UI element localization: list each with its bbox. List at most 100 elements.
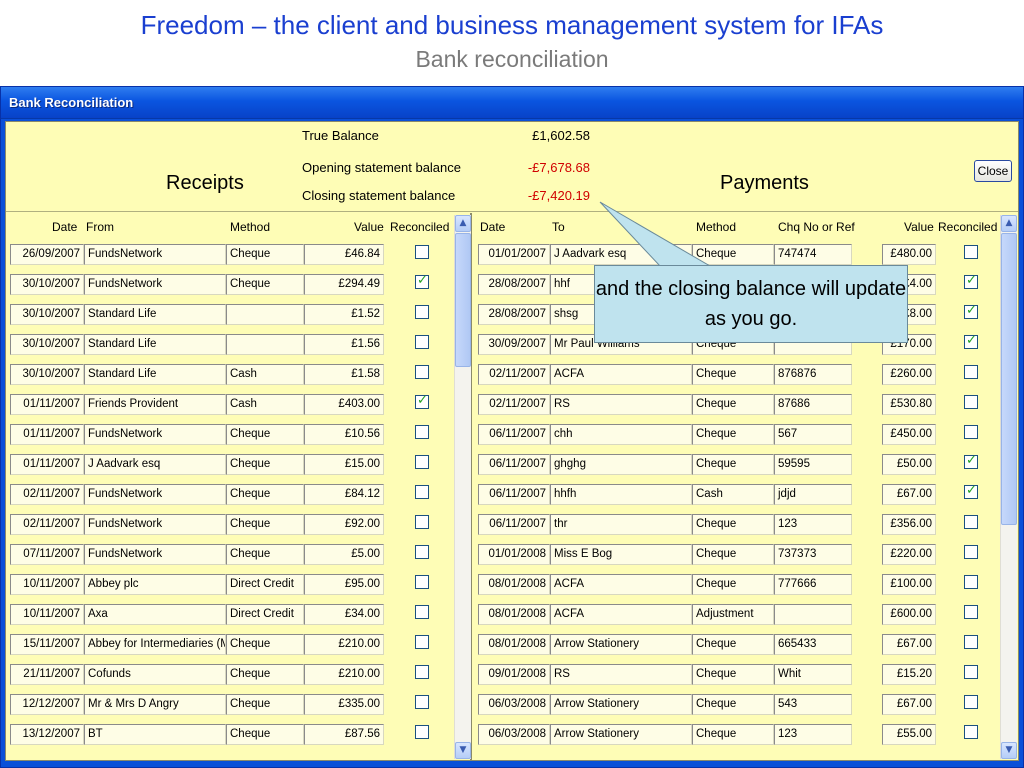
payment-to-field[interactable]: chh (550, 424, 692, 445)
receipt-from-field[interactable]: Abbey plc (84, 574, 226, 595)
payment-ref-field[interactable]: 87686 (774, 394, 852, 415)
receipt-value-field[interactable]: £335.00 (304, 694, 384, 715)
receipt-from-field[interactable]: Cofunds (84, 664, 226, 685)
receipt-value-field[interactable]: £95.00 (304, 574, 384, 595)
scroll-up-arrow-icon[interactable]: ▲ (455, 215, 471, 232)
receipt-method-field[interactable] (226, 304, 304, 325)
payment-reconciled-checkbox[interactable] (964, 333, 978, 349)
payment-ref-field[interactable]: 123 (774, 724, 852, 745)
receipts-scroll-thumb[interactable] (455, 233, 471, 367)
receipt-method-field[interactable]: Cheque (226, 514, 304, 535)
payments-header-date[interactable]: Date (480, 220, 505, 234)
payment-reconciled-checkbox[interactable] (964, 453, 978, 469)
payment-ref-field[interactable]: 747474 (774, 244, 852, 265)
payment-ref-field[interactable]: 777666 (774, 574, 852, 595)
receipt-row[interactable]: 21/11/2007 Cofunds Cheque £210.00 (6, 661, 452, 691)
close-button[interactable]: Close (974, 160, 1012, 182)
payment-method-field[interactable]: Cash (692, 484, 774, 505)
receipt-reconciled-checkbox[interactable] (415, 635, 429, 649)
receipt-date-field[interactable]: 30/10/2007 (10, 334, 84, 355)
payment-date-field[interactable]: 28/08/2007 (478, 304, 550, 325)
receipt-method-field[interactable]: Cheque (226, 724, 304, 745)
receipt-row[interactable]: 01/11/2007 FundsNetwork Cheque £10.56 (6, 421, 452, 451)
receipt-reconciled-checkbox[interactable] (415, 515, 429, 529)
payment-to-field[interactable]: ACFA (550, 574, 692, 595)
payment-row[interactable]: 06/11/2007 chh Cheque 567 £450.00 (476, 421, 996, 451)
payment-reconciled-checkbox[interactable] (964, 665, 978, 679)
payment-to-field[interactable]: thr (550, 514, 692, 535)
receipt-method-field[interactable]: Direct Credit (226, 574, 304, 595)
payment-to-field[interactable]: hhfh (550, 484, 692, 505)
receipt-from-field[interactable]: Standard Life (84, 364, 226, 385)
receipt-date-field[interactable]: 01/11/2007 (10, 454, 84, 475)
payment-value-field[interactable]: £450.00 (882, 424, 936, 445)
payment-row[interactable]: 02/11/2007 ACFA Cheque 876876 £260.00 (476, 361, 996, 391)
receipt-reconciled-checkbox[interactable] (415, 245, 429, 259)
receipt-from-field[interactable]: Mr & Mrs D Angry (84, 694, 226, 715)
receipt-date-field[interactable]: 15/11/2007 (10, 634, 84, 655)
payment-to-field[interactable]: RS (550, 664, 692, 685)
payment-reconciled-checkbox[interactable] (964, 365, 978, 379)
receipt-from-field[interactable]: FundsNetwork (84, 544, 226, 565)
payment-value-field[interactable]: £260.00 (882, 364, 936, 385)
receipt-value-field[interactable]: £294.49 (304, 274, 384, 295)
payment-date-field[interactable]: 08/01/2008 (478, 604, 550, 625)
payment-ref-field[interactable]: 123 (774, 514, 852, 535)
receipt-method-field[interactable]: Cheque (226, 484, 304, 505)
payment-value-field[interactable]: £67.00 (882, 484, 936, 505)
receipt-method-field[interactable]: Cheque (226, 634, 304, 655)
payment-row[interactable]: 08/01/2008 ACFA Adjustment £600.00 (476, 601, 996, 631)
receipt-method-field[interactable]: Cheque (226, 664, 304, 685)
receipt-reconciled-checkbox[interactable] (415, 305, 429, 319)
receipt-row[interactable]: 10/11/2007 Axa Direct Credit £34.00 (6, 601, 452, 631)
receipt-method-field[interactable]: Cheque (226, 274, 304, 295)
payment-method-field[interactable]: Cheque (692, 634, 774, 655)
payment-date-field[interactable]: 06/11/2007 (478, 484, 550, 505)
receipts-header-method[interactable]: Method (230, 220, 270, 234)
payment-row[interactable]: 09/01/2008 RS Cheque Whit £15.20 (476, 661, 996, 691)
payment-date-field[interactable]: 01/01/2007 (478, 244, 550, 265)
receipt-method-field[interactable]: Cheque (226, 544, 304, 565)
payment-method-field[interactable]: Cheque (692, 694, 774, 715)
receipt-value-field[interactable]: £5.00 (304, 544, 384, 565)
payment-ref-field[interactable]: 567 (774, 424, 852, 445)
payment-method-field[interactable]: Cheque (692, 514, 774, 535)
receipt-value-field[interactable]: £210.00 (304, 634, 384, 655)
payment-ref-field[interactable]: 543 (774, 694, 852, 715)
receipt-method-field[interactable]: Cash (226, 394, 304, 415)
receipt-from-field[interactable]: Friends Provident (84, 394, 226, 415)
payment-value-field[interactable]: £15.20 (882, 664, 936, 685)
receipt-date-field[interactable]: 02/11/2007 (10, 484, 84, 505)
receipt-reconciled-checkbox[interactable] (415, 605, 429, 619)
payment-date-field[interactable]: 08/01/2008 (478, 574, 550, 595)
payment-date-field[interactable]: 02/11/2007 (478, 364, 550, 385)
receipt-value-field[interactable]: £92.00 (304, 514, 384, 535)
payment-reconciled-checkbox[interactable] (964, 575, 978, 589)
payment-row[interactable]: 06/03/2008 Arrow Stationery Cheque 543 £67.0… (476, 691, 996, 721)
payment-value-field[interactable]: £480.00 (882, 244, 936, 265)
payment-reconciled-checkbox[interactable] (964, 605, 978, 619)
payment-method-field[interactable]: Cheque (692, 394, 774, 415)
receipt-date-field[interactable]: 01/11/2007 (10, 394, 84, 415)
payment-reconciled-checkbox[interactable] (964, 395, 978, 409)
payment-row[interactable]: 08/01/2008 Arrow Stationery Cheque 665433 £6… (476, 631, 996, 661)
payment-to-field[interactable]: Arrow Stationery (550, 694, 692, 715)
receipt-reconciled-checkbox[interactable] (415, 273, 429, 289)
payment-value-field[interactable]: £67.00 (882, 634, 936, 655)
receipt-reconciled-checkbox[interactable] (415, 455, 429, 469)
receipt-method-field[interactable]: Direct Credit (226, 604, 304, 625)
payment-ref-field[interactable]: Whit (774, 664, 852, 685)
payment-value-field[interactable]: £100.00 (882, 574, 936, 595)
receipt-date-field[interactable]: 13/12/2007 (10, 724, 84, 745)
payment-date-field[interactable]: 30/09/2007 (478, 334, 550, 355)
receipt-reconciled-checkbox[interactable] (415, 725, 429, 739)
receipt-date-field[interactable]: 02/11/2007 (10, 514, 84, 535)
receipt-method-field[interactable]: Cash (226, 364, 304, 385)
receipt-row[interactable]: 01/11/2007 Friends Provident Cash £403.00 (6, 391, 452, 421)
receipts-header-date[interactable]: Date (52, 220, 77, 234)
receipt-method-field[interactable]: Cheque (226, 454, 304, 475)
receipt-method-field[interactable]: Cheque (226, 244, 304, 265)
payment-method-field[interactable]: Cheque (692, 454, 774, 475)
receipt-value-field[interactable]: £210.00 (304, 664, 384, 685)
payment-date-field[interactable]: 06/11/2007 (478, 424, 550, 445)
